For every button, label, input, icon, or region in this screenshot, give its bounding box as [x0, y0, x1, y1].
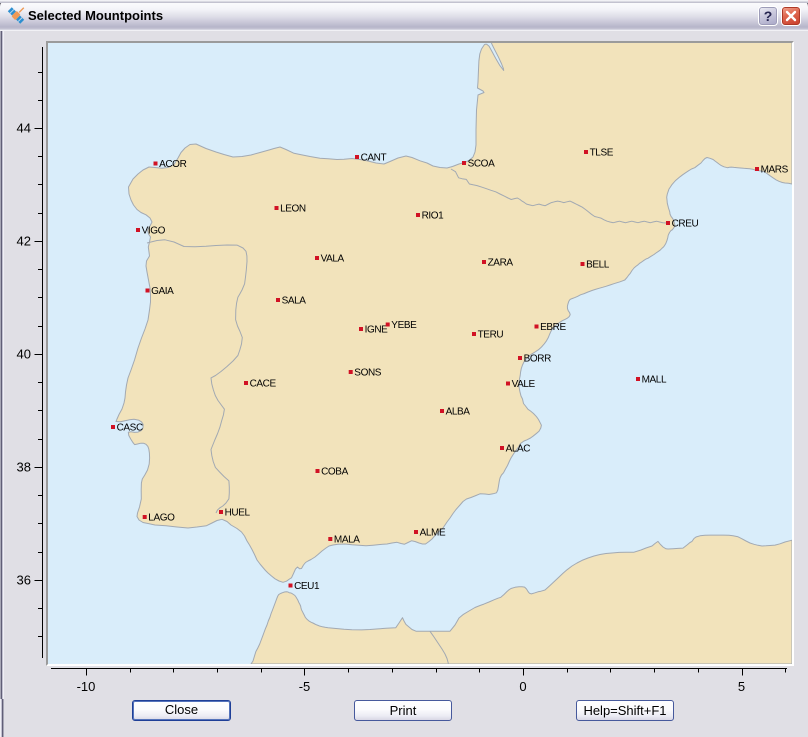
svg-text:BORR: BORR: [524, 354, 551, 365]
svg-text:38: 38: [17, 460, 31, 475]
svg-text:COBA: COBA: [321, 467, 348, 478]
svg-text:5: 5: [738, 679, 745, 694]
svg-text:BELL: BELL: [586, 260, 610, 271]
svg-text:ALAC: ALAC: [506, 444, 531, 455]
svg-text:40: 40: [17, 347, 31, 362]
svg-text:0: 0: [519, 679, 526, 694]
svg-text:TERU: TERU: [478, 330, 504, 341]
svg-text:ZARA: ZARA: [488, 258, 514, 269]
svg-text:MALL: MALL: [642, 375, 667, 386]
svg-text:EBRE: EBRE: [540, 322, 566, 333]
svg-text:MALA: MALA: [334, 535, 360, 546]
svg-text:-10: -10: [77, 679, 96, 694]
svg-text:ALBA: ALBA: [446, 407, 471, 418]
svg-text:RIO1: RIO1: [422, 211, 445, 222]
svg-text:TLSE: TLSE: [590, 148, 614, 159]
svg-text:36: 36: [17, 573, 31, 588]
svg-text:GAIA: GAIA: [151, 286, 174, 297]
svg-text:CANT: CANT: [361, 153, 387, 164]
svg-text:44: 44: [17, 121, 31, 136]
svg-text:LEON: LEON: [280, 204, 306, 215]
svg-text:IGNE: IGNE: [365, 325, 389, 336]
svg-text:SONS: SONS: [354, 368, 381, 379]
svg-text:MARS: MARS: [761, 165, 789, 176]
svg-text:CEU1: CEU1: [294, 581, 320, 592]
svg-text:CREU: CREU: [672, 219, 699, 230]
svg-text:-5: -5: [299, 679, 311, 694]
svg-text:YEBE: YEBE: [391, 320, 417, 331]
svg-text:SCOA: SCOA: [468, 159, 495, 170]
svg-text:ACOR: ACOR: [159, 159, 186, 170]
svg-text:VIGO: VIGO: [142, 226, 166, 237]
svg-text:VALA: VALA: [321, 254, 345, 265]
svg-text:CASC: CASC: [117, 423, 143, 434]
svg-text:SALA: SALA: [282, 296, 307, 307]
svg-text:VALE: VALE: [512, 379, 536, 390]
svg-text:CACE: CACE: [250, 379, 277, 390]
svg-text:HUEL: HUEL: [225, 508, 251, 519]
svg-text:LAGO: LAGO: [148, 513, 175, 524]
svg-text:ALME: ALME: [420, 528, 446, 539]
svg-text:42: 42: [17, 234, 31, 249]
